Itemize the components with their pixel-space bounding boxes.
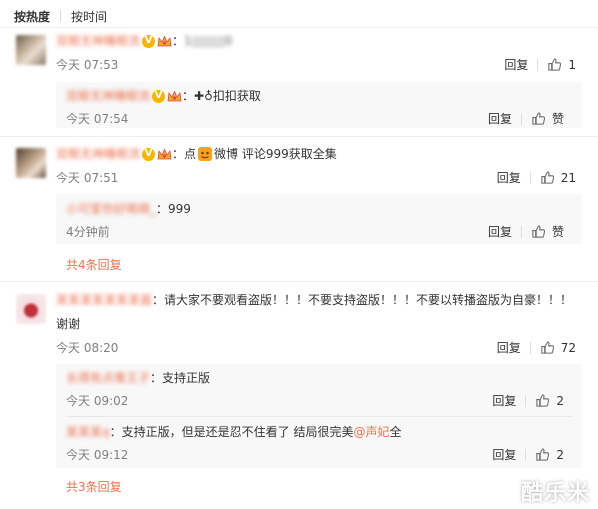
divider xyxy=(0,281,598,282)
reply-text-suffix: 全 xyxy=(389,425,402,439)
verified-badge-icon: V xyxy=(142,147,156,161)
reply-text: ✚♁扣扣获取 xyxy=(194,89,261,103)
comment-text-prefix: 点 xyxy=(184,147,197,161)
like-button[interactable]: 2 xyxy=(535,447,564,462)
sort-bar: 按热度 按时间 xyxy=(14,6,107,26)
reply-header: 双眼无神睡眼流 V ： ✚♁扣扣获取 xyxy=(66,88,261,104)
reply-author[interactable]: 某某某q xyxy=(66,424,110,440)
like-count: 21 xyxy=(560,170,576,185)
reply-actions: 回复 2 xyxy=(492,392,564,409)
comment-header: 双眼无神睡眼流 V ： 1▯▯▯▯▯0 xyxy=(56,33,233,49)
divider xyxy=(520,225,522,238)
reply-header: 长得有点像王子 ： 支持正版 xyxy=(66,370,211,386)
like-button[interactable]: 21 xyxy=(540,170,576,185)
vip-crown-icon xyxy=(167,90,182,103)
like-button[interactable]: 1 xyxy=(547,57,576,72)
reply-text: 支持正版 xyxy=(162,371,211,385)
reply-button[interactable]: 回复 xyxy=(492,392,516,409)
comment-actions: 回复 72 xyxy=(497,339,576,356)
mention-link[interactable]: @声妃 xyxy=(353,424,389,440)
more-replies-link[interactable]: 共3条回复 xyxy=(66,478,122,495)
thumbs-up-icon xyxy=(541,341,554,354)
verified-badge-icon: V xyxy=(152,89,166,103)
reply-actions: 回复 2 xyxy=(492,446,564,463)
vip-crown-icon xyxy=(157,148,172,161)
like-label: 赞 xyxy=(551,112,564,126)
like-button[interactable]: 72 xyxy=(540,340,576,355)
like-label: 赞 xyxy=(551,225,564,239)
comment-author[interactable]: 双眼无神睡眼流 xyxy=(56,33,140,49)
reply-time: 4分钟前 xyxy=(66,225,110,239)
thumbs-up-icon xyxy=(536,448,550,461)
divider xyxy=(60,10,62,22)
reply-header: 小可爱你好萌萌_ ： 999 xyxy=(66,201,191,217)
comment-time: 今天 07:53 xyxy=(56,58,119,72)
like-count: 2 xyxy=(556,393,564,408)
avatar[interactable] xyxy=(16,294,46,324)
reply-button[interactable]: 回复 xyxy=(492,446,516,463)
divider xyxy=(525,394,527,407)
divider xyxy=(529,341,531,354)
comment-header: 某某某某某某某酱 ： 请大家不要观看盗版！！！不要支持盗版！！！不要以转播盗版为… xyxy=(56,292,573,308)
reply-actions: 回复 赞 xyxy=(488,110,564,127)
reply-time: 今天 09:12 xyxy=(66,448,129,462)
more-replies-link[interactable]: 共4条回复 xyxy=(66,256,122,273)
comment-time: 今天 07:51 xyxy=(56,171,119,185)
divider xyxy=(0,27,598,28)
comment-text: 1▯▯▯▯▯0 xyxy=(184,34,233,48)
like-button[interactable]: 赞 xyxy=(531,223,564,240)
reply-button[interactable]: 回复 xyxy=(497,169,521,186)
watermark-logo: 酷乐米 xyxy=(520,481,590,506)
reply-time: 今天 07:54 xyxy=(66,112,129,126)
reply-text: 999 xyxy=(168,202,191,216)
thumbs-up-icon xyxy=(532,225,546,238)
sort-by-hot[interactable]: 按热度 xyxy=(14,8,50,25)
like-button[interactable]: 2 xyxy=(535,393,564,408)
divider xyxy=(520,112,522,125)
comment-text: 请大家不要观看盗版！！！不要支持盗版！！！不要以转播盗版为自豪！！！ xyxy=(164,293,573,307)
reply-button[interactable]: 回复 xyxy=(488,110,512,127)
divider xyxy=(0,136,598,137)
reply-text: 支持正版，但是还是忍不住看了 结局很完美 xyxy=(121,425,354,439)
comment-actions: 回复 1 xyxy=(504,56,576,73)
reply-button[interactable]: 回复 xyxy=(497,339,521,356)
comment-actions: 回复 21 xyxy=(497,169,576,186)
verified-badge-icon: V xyxy=(142,34,156,48)
reply-button[interactable]: 回复 xyxy=(488,223,512,240)
comment-text-continued: 谢谢 xyxy=(56,317,81,331)
comment-author[interactable]: 某某某某某某某酱 xyxy=(56,292,152,308)
like-count: 1 xyxy=(568,57,576,72)
comment-text: 微博 评论999获取全集 xyxy=(214,147,337,161)
thumbs-up-icon xyxy=(536,394,550,407)
like-count: 72 xyxy=(560,340,576,355)
reply-author[interactable]: 双眼无神睡眼流 xyxy=(66,88,150,104)
divider xyxy=(525,448,527,461)
reply-time: 今天 09:02 xyxy=(66,394,129,408)
reply-header: 某某某q ： 支持正版，但是还是忍不住看了 结局很完美 @声妃 全 xyxy=(66,424,402,440)
thumbs-up-icon xyxy=(532,112,546,125)
divider xyxy=(537,58,539,71)
like-button[interactable]: 赞 xyxy=(531,110,564,127)
divider xyxy=(529,171,531,184)
comment-author[interactable]: 双眼无神睡眼流 xyxy=(56,146,140,162)
comment-text-line2: 谢谢 xyxy=(56,316,80,332)
thumbs-up-icon xyxy=(548,58,562,71)
reply-button[interactable]: 回复 xyxy=(504,56,528,73)
reply-author[interactable]: 小可爱你好萌萌_ xyxy=(66,201,156,217)
reply-author[interactable]: 长得有点像王子 xyxy=(66,370,150,386)
comment-header: 双眼无神睡眼流 V ： 点 微博 评论999获取全集 xyxy=(56,146,337,162)
thumbs-up-icon xyxy=(541,171,554,184)
sort-by-time[interactable]: 按时间 xyxy=(71,8,107,25)
reply-actions: 回复 赞 xyxy=(488,223,564,240)
avatar[interactable] xyxy=(16,148,46,178)
avatar[interactable] xyxy=(16,35,46,65)
emoji-icon xyxy=(197,146,213,162)
divider xyxy=(66,416,572,417)
like-count: 2 xyxy=(556,447,564,462)
comment-time: 今天 08:20 xyxy=(56,341,119,355)
vip-crown-icon xyxy=(157,35,172,48)
